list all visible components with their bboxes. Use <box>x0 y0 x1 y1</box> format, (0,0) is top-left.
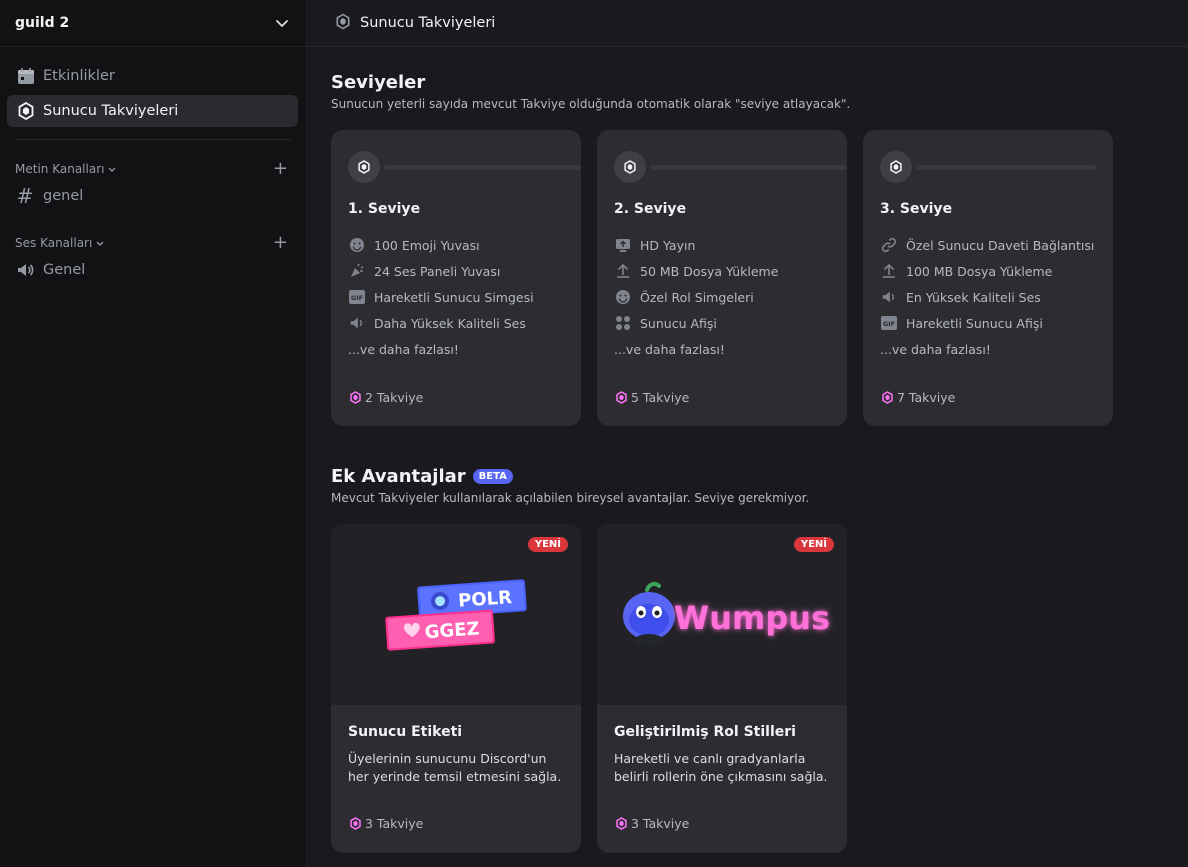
tier-title: 3. Seviye <box>880 201 953 217</box>
perk-item: Daha Yüksek Kaliteli Ses <box>348 314 526 332</box>
tier-card-2: 2. Seviye HD Yayın 50 MB Dosya Yükleme Ö… <box>597 130 847 426</box>
chevron-down-icon <box>276 20 288 28</box>
boost-icon <box>336 13 350 34</box>
chevron-down-icon <box>109 167 116 172</box>
new-badge: YENİ <box>527 537 568 552</box>
hash-icon: # <box>16 184 34 208</box>
perk-item: Özel Sunucu Daveti Bağlantısı <box>880 236 1094 254</box>
tier-title: 2. Seviye <box>614 201 687 217</box>
boost-icon <box>614 151 646 183</box>
perk-card-server-tag[interactable]: POLR GGEZ YENİ Sunucu Etiketi Üyelerinin… <box>331 524 581 853</box>
voice-channel-genel[interactable]: Genel <box>15 260 85 280</box>
nav-server-boosts[interactable]: Sunucu Takviyeleri <box>7 95 298 127</box>
boost-cost: 2 Takviye <box>350 390 423 405</box>
perk-item: 24 Ses Paneli Yuvası <box>348 262 500 280</box>
perk-title: Sunucu Etiketi <box>348 724 463 740</box>
screen-share-icon <box>614 236 632 254</box>
add-channel-icon[interactable]: + <box>273 160 288 178</box>
gif-icon: GIF <box>880 314 898 332</box>
boost-gem-icon <box>350 391 361 404</box>
boost-cost: 5 Takviye <box>616 390 689 405</box>
perk-item: HD Yayın <box>614 236 695 254</box>
svg-text:GIF: GIF <box>883 320 895 328</box>
levels-subtitle: Sunucun yeterli sayıda mevcut Takviye ol… <box>331 97 851 111</box>
category-label: Ses Kanalları <box>15 236 93 250</box>
category-voice-channels[interactable]: Ses Kanalları + <box>15 234 291 252</box>
levels-heading: Seviyeler <box>331 72 426 93</box>
speaker-icon <box>15 260 35 280</box>
guild-name: guild 2 <box>15 15 70 31</box>
channel-label: Genel <box>43 262 86 278</box>
perk-item: GIF Hareketli Sunucu Simgesi <box>348 288 534 306</box>
perk-item: GIF Hareketli Sunucu Afişi <box>880 314 1043 332</box>
nav-label: Etkinlikler <box>43 68 115 84</box>
svg-text:GIF: GIF <box>351 294 363 302</box>
boost-icon <box>348 151 380 183</box>
tier-card-3: 3. Seviye Özel Sunucu Daveti Bağlantısı … <box>863 130 1113 426</box>
extra-perks-heading: Ek Avantajlar BETA <box>331 466 513 487</box>
boost-icon <box>16 101 36 121</box>
perk-item: Özel Rol Simgeleri <box>614 288 754 306</box>
tag-ggez: GGEZ <box>424 618 480 643</box>
nav-events[interactable]: Etkinlikler <box>7 60 298 92</box>
boost-cost: 7 Takviye <box>882 390 955 405</box>
boost-icon <box>880 151 912 183</box>
perk-description: Hareketli ve canlı gradyanlarla belirli … <box>614 751 828 784</box>
progress-track <box>384 165 581 170</box>
soundboard-icon <box>348 262 366 280</box>
tier-card-1: 1. Seviye 100 Emoji Yuvası 24 Ses Paneli… <box>331 130 581 426</box>
add-channel-icon[interactable]: + <box>273 234 288 252</box>
chevron-down-icon <box>96 241 104 246</box>
progress-track <box>916 165 1096 170</box>
boost-cost: 3 Takviye <box>616 816 689 831</box>
boost-gem-icon <box>616 817 627 830</box>
tier-title: 1. Seviye <box>348 201 421 217</box>
new-badge: YENİ <box>793 537 834 552</box>
perk-card-role-styles[interactable]: Wumpus YENİ Geliştirilmiş Rol Stilleri H… <box>597 524 847 853</box>
channel-label: genel <box>43 188 84 204</box>
gif-icon: GIF <box>348 288 366 306</box>
boost-gem-icon <box>350 817 361 830</box>
link-icon <box>880 236 898 254</box>
perk-title: Geliştirilmiş Rol Stilleri <box>614 724 796 740</box>
divider <box>15 139 291 140</box>
perk-item: Sunucu Afişi <box>614 314 717 332</box>
extra-perks-subtitle: Mevcut Takviyeler kullanılarak açılabile… <box>331 491 810 505</box>
category-label: Metin Kanalları <box>15 162 105 176</box>
boost-gem-icon <box>882 391 893 404</box>
more-text: ...ve daha fazlası! <box>880 342 991 357</box>
sidebar: guild 2 Etkinlikler Sunucu Takviyeleri M… <box>0 0 307 867</box>
progress-track <box>650 165 847 170</box>
more-text: ...ve daha fazlası! <box>348 342 459 357</box>
perk-item: En Yüksek Kaliteli Ses <box>880 288 1041 306</box>
perk-description: Üyelerinin sunucunu Discord'un her yerin… <box>348 751 562 784</box>
main-content: Seviyeler Sunucun yeterli sayıda mevcut … <box>308 48 1188 867</box>
speaker-icon <box>348 314 366 332</box>
nav-label: Sunucu Takviyeleri <box>43 103 179 119</box>
more-text: ...ve daha fazlası! <box>614 342 725 357</box>
calendar-icon <box>16 66 36 86</box>
boost-gem-icon <box>616 391 627 404</box>
upload-icon <box>614 262 632 280</box>
perk-item: 50 MB Dosya Yükleme <box>614 262 778 280</box>
wumpus-role-text: Wumpus <box>674 599 830 637</box>
perk-item: 100 MB Dosya Yükleme <box>880 262 1052 280</box>
channel-genel[interactable]: # genel <box>15 184 84 208</box>
emoji-icon <box>614 288 632 306</box>
grid-icon <box>614 314 632 332</box>
guild-header[interactable]: guild 2 <box>0 0 306 47</box>
tag-polr: POLR <box>457 587 512 612</box>
page-title: Sunucu Takviyeleri <box>360 15 496 31</box>
speaker-icon <box>880 288 898 306</box>
boost-cost: 3 Takviye <box>350 816 423 831</box>
category-text-channels[interactable]: Metin Kanalları + <box>15 160 291 178</box>
topbar: Sunucu Takviyeleri <box>308 0 1188 47</box>
perk-item: 100 Emoji Yuvası <box>348 236 480 254</box>
emoji-icon <box>348 236 366 254</box>
beta-badge: BETA <box>472 469 513 484</box>
upload-icon <box>880 262 898 280</box>
